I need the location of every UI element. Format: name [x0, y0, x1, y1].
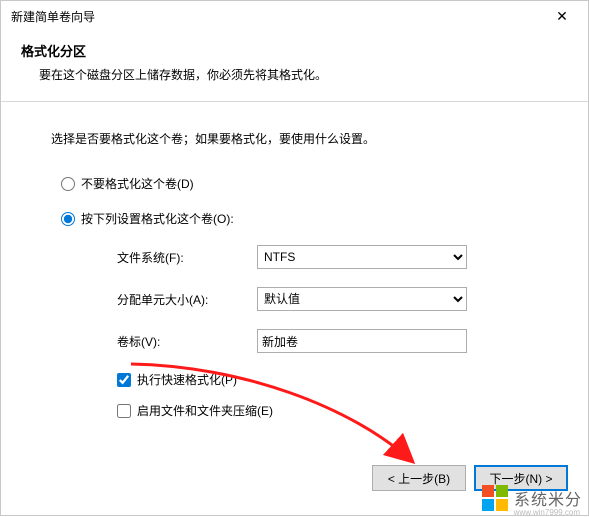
filesystem-row: 文件系统(F): NTFS [117, 245, 546, 269]
back-button[interactable]: < 上一步(B) [372, 465, 466, 491]
close-icon: ✕ [556, 8, 568, 25]
alloc-label: 分配单元大小(A): [117, 291, 257, 308]
quick-format-checkbox[interactable] [117, 373, 131, 387]
volume-label-row: 卷标(V): [117, 329, 546, 353]
radio-do-format-label: 按下列设置格式化这个卷(O): [81, 210, 234, 227]
titlebar: 新建简单卷向导 ✕ [1, 1, 588, 31]
wizard-body: 选择是否要格式化这个卷；如果要格式化，要使用什么设置。 不要格式化这个卷(D) … [1, 102, 588, 443]
header-subtitle: 要在这个磁盘分区上储存数据，你必须先将其格式化。 [39, 66, 568, 83]
alloc-select[interactable]: 默认值 [257, 287, 467, 311]
wizard-footer: < 上一步(B) 下一步(N) > [372, 465, 568, 491]
wizard-window: 新建简单卷向导 ✕ 格式化分区 要在这个磁盘分区上储存数据，你必须先将其格式化。… [0, 0, 589, 516]
compress-check[interactable]: 启用文件和文件夹压缩(E) [117, 402, 546, 419]
compress-label: 启用文件和文件夹压缩(E) [137, 402, 273, 419]
window-title: 新建简单卷向导 [11, 8, 542, 25]
filesystem-select[interactable]: NTFS [257, 245, 467, 269]
format-settings: 文件系统(F): NTFS 分配单元大小(A): 默认值 卷标(V): [117, 245, 546, 419]
next-button[interactable]: 下一步(N) > [474, 465, 568, 491]
volume-label-label: 卷标(V): [117, 333, 257, 350]
radio-do-format[interactable]: 按下列设置格式化这个卷(O): [61, 210, 546, 227]
header-title: 格式化分区 [21, 41, 568, 60]
close-button[interactable]: ✕ [542, 2, 582, 30]
quick-format-label: 执行快速格式化(P) [137, 371, 237, 388]
radio-no-format-label: 不要格式化这个卷(D) [81, 175, 194, 192]
filesystem-label: 文件系统(F): [117, 249, 257, 266]
compress-checkbox[interactable] [117, 404, 131, 418]
radio-no-format-input[interactable] [61, 177, 75, 191]
quick-format-check[interactable]: 执行快速格式化(P) [117, 371, 546, 388]
volume-label-input[interactable] [257, 329, 467, 353]
radio-no-format[interactable]: 不要格式化这个卷(D) [61, 175, 546, 192]
alloc-row: 分配单元大小(A): 默认值 [117, 287, 546, 311]
radio-do-format-input[interactable] [61, 212, 75, 226]
wizard-header: 格式化分区 要在这个磁盘分区上储存数据，你必须先将其格式化。 [1, 31, 588, 102]
instruction-text: 选择是否要格式化这个卷；如果要格式化，要使用什么设置。 [51, 130, 546, 147]
